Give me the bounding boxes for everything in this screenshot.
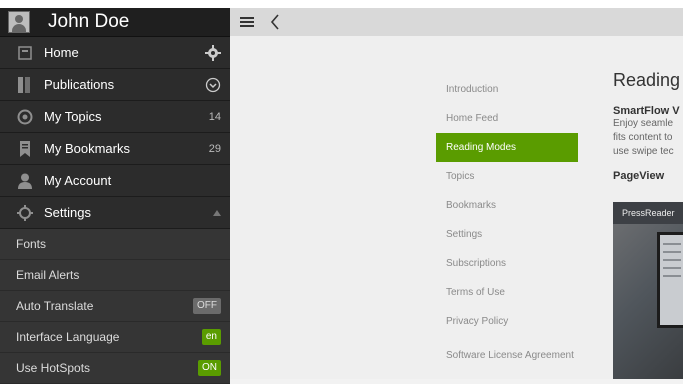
account-icon xyxy=(17,173,33,189)
sidebar-item-home[interactable]: Home xyxy=(0,37,230,69)
menu-icon[interactable] xyxy=(237,11,257,33)
section-heading-pageview: PageView xyxy=(613,170,665,182)
settings-use-hotspots[interactable]: Use HotSpots ON xyxy=(0,353,230,384)
settings-fonts[interactable]: Fonts xyxy=(0,229,230,260)
sidebar-item-my-bookmarks[interactable]: My Bookmarks 29 xyxy=(0,133,230,165)
content-line: Enjoy seamle xyxy=(613,118,674,129)
sidebar: John Doe Home Publications My Topics 14 … xyxy=(0,8,230,384)
gear-icon[interactable] xyxy=(205,37,221,68)
content-title: Reading xyxy=(613,70,681,90)
sidebar-item-label: My Topics xyxy=(44,109,102,124)
hotspots-toggle[interactable]: ON xyxy=(198,360,221,376)
top-strip xyxy=(0,0,683,8)
sidebar-item-publications[interactable]: Publications xyxy=(0,69,230,101)
main-toolbar xyxy=(230,8,683,36)
help-nav-terms-of-use[interactable]: Terms of Use xyxy=(436,278,578,307)
caret-up-icon[interactable] xyxy=(213,197,221,228)
publications-icon xyxy=(17,76,33,93)
pageview-image: PressReader xyxy=(613,202,683,379)
sidebar-item-label: My Account xyxy=(44,173,112,188)
help-nav-topics[interactable]: Topics xyxy=(436,162,578,191)
gear-icon xyxy=(17,204,33,221)
help-navigation: Introduction Home Feed Reading Modes Top… xyxy=(436,75,578,376)
tablet-photo xyxy=(613,224,683,379)
settings-interface-language[interactable]: Interface Language en xyxy=(0,322,230,353)
back-icon[interactable] xyxy=(267,11,283,33)
bookmark-icon xyxy=(17,140,33,157)
sidebar-item-my-account[interactable]: My Account xyxy=(0,165,230,197)
user-header[interactable]: John Doe xyxy=(0,8,230,37)
help-nav-reading-modes[interactable]: Reading Modes xyxy=(436,133,578,162)
sidebar-item-label: My Bookmarks xyxy=(44,141,130,156)
content-line: use swipe tec xyxy=(613,146,674,157)
home-icon xyxy=(17,45,33,61)
help-nav-bookmarks[interactable]: Bookmarks xyxy=(436,191,578,220)
auto-translate-toggle[interactable]: OFF xyxy=(193,298,221,314)
bookmarks-count: 29 xyxy=(208,142,221,155)
sidebar-item-my-topics[interactable]: My Topics 14 xyxy=(0,101,230,133)
avatar xyxy=(8,11,30,33)
help-nav-software-license[interactable]: Software License Agreement xyxy=(436,336,578,376)
content-line: fits content to xyxy=(613,132,673,143)
sidebar-item-label: Settings xyxy=(44,205,91,220)
topics-count: 14 xyxy=(208,110,221,123)
help-nav-home-feed[interactable]: Home Feed xyxy=(436,104,578,133)
sidebar-item-label: Publications xyxy=(44,77,115,92)
help-nav-settings[interactable]: Settings xyxy=(436,220,578,249)
topics-icon xyxy=(17,109,33,125)
settings-auto-translate[interactable]: Auto Translate OFF xyxy=(0,291,230,322)
sidebar-item-settings[interactable]: Settings xyxy=(0,197,230,229)
user-name: John Doe xyxy=(48,11,130,32)
settings-email-alerts[interactable]: Email Alerts xyxy=(0,260,230,291)
pageview-label: PressReader xyxy=(613,202,683,224)
chevron-down-icon[interactable] xyxy=(205,69,221,100)
help-nav-privacy-policy[interactable]: Privacy Policy xyxy=(436,307,578,336)
help-content: Reading SmartFlow V Enjoy seamle fits co… xyxy=(613,70,683,379)
help-nav-subscriptions[interactable]: Subscriptions xyxy=(436,249,578,278)
language-badge[interactable]: en xyxy=(201,329,221,345)
section-heading-smartflow: SmartFlow V xyxy=(613,105,680,117)
help-nav-introduction[interactable]: Introduction xyxy=(436,75,578,104)
sidebar-item-label: Home xyxy=(44,45,79,60)
